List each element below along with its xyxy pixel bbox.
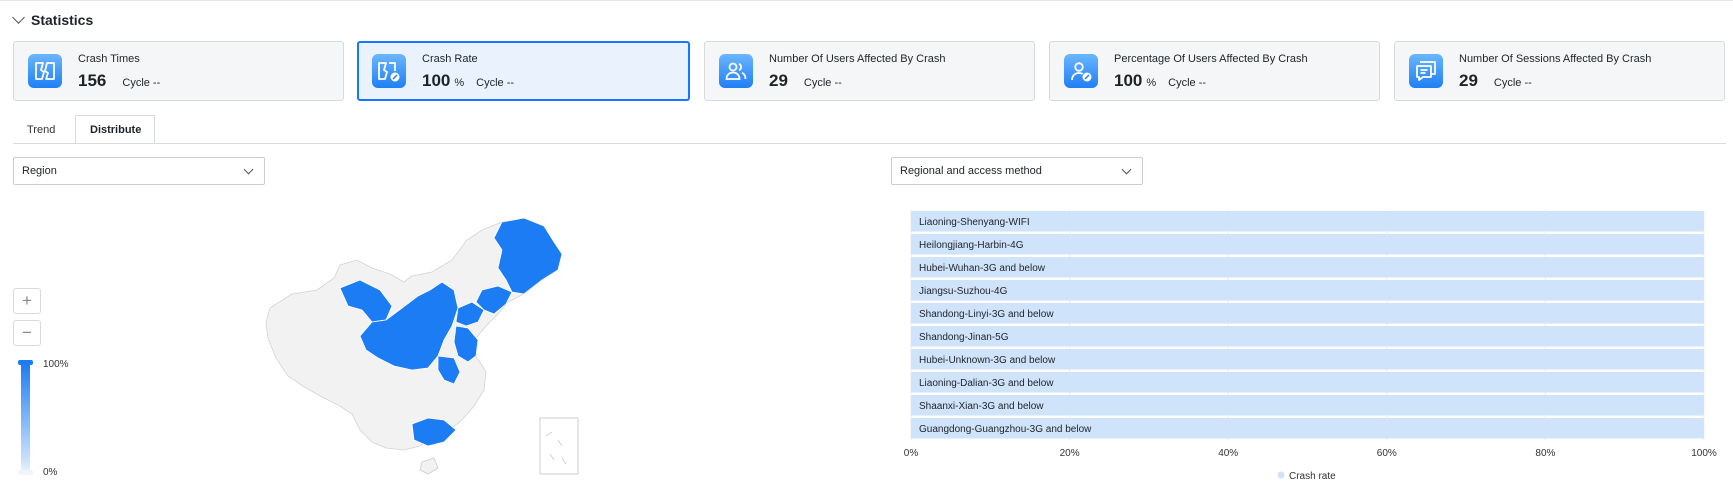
legend-max-handle[interactable] [18,360,33,365]
tab-divider [13,143,1726,144]
region-select-value: Region [22,165,57,177]
card-cycle: Cycle -- [1168,77,1207,89]
zoom-in-button[interactable]: + [13,288,41,314]
bar-label: Jiangsu-Suzhou-4G [919,286,1008,297]
top-divider [0,0,1733,1]
china-map[interactable] [262,210,602,480]
card-value: 156 [78,71,107,90]
bar-label: Hubei-Unknown-3G and below [919,355,1056,366]
card-value: 100 [1114,71,1143,90]
chart-x-axis-ticks: 0% 20% 40% 60% 80% 100% [904,448,1717,459]
card-label: Number Of Users Affected By Crash [769,53,946,65]
regional-access-select[interactable]: Regional and access method [891,157,1143,185]
bar-label: Guangdong-Guangzhou-3G and below [919,424,1092,435]
card-cycle: Cycle -- [122,77,161,89]
x-tick-label: 40% [1218,448,1238,459]
bar-label: Shaanxi-Xian-3G and below [919,401,1044,412]
card-unit: % [1146,77,1157,89]
card-crash-rate[interactable]: Crash Rate 100 % Cycle -- [357,41,690,101]
legend-min-handle[interactable] [18,470,33,475]
map-south-sea-islands [545,431,567,465]
chat-icon [1409,54,1443,88]
bar-label: Liaoning-Dalian-3G and below [919,378,1054,389]
card-cycle: Cycle -- [476,77,515,89]
statistics-section-header[interactable]: Statistics [12,10,94,30]
card-value: 29 [1459,71,1478,90]
card-users-affected[interactable]: Number Of Users Affected By Crash 29 Cyc… [704,41,1035,101]
bar[interactable] [911,234,1704,255]
tab-trend[interactable]: Trend [13,115,75,144]
bar[interactable] [911,326,1704,347]
bar-label: Heilongjiang-Harbin-4G [919,240,1024,251]
card-label: Number Of Sessions Affected By Crash [1459,53,1652,65]
bar[interactable] [911,280,1704,301]
bar-label: Shandong-Jinan-5G [919,332,1009,343]
chevron-down-icon [243,164,254,175]
user-percent-icon [1064,54,1098,88]
card-label: Crash Rate [422,53,478,65]
card-sessions-affected[interactable]: Number Of Sessions Affected By Crash 29 … [1394,41,1725,101]
crash-icon [28,54,62,88]
card-value: 100 [422,71,451,90]
card-crash-times[interactable]: Crash Times 156 Cycle -- [13,41,344,101]
bar-label: Shandong-Linyi-3G and below [919,309,1054,320]
chart-legend[interactable]: Crash rate [1277,471,1337,482]
tab-bar: Trend Distribute [13,115,155,144]
x-tick-label: 0% [904,448,919,459]
legend-marker [1277,471,1285,479]
card-cycle: Cycle -- [803,77,842,89]
card-value: 29 [769,71,788,90]
legend-max-label: 100% [43,359,69,370]
map-legend-gradient [21,363,30,473]
card-label: Crash Times [78,53,140,65]
card-unit: % [454,77,465,89]
bar-label: Hubei-Wuhan-3G and below [919,263,1046,274]
x-tick-label: 60% [1377,448,1397,459]
chevron-down-icon [1121,164,1132,175]
legend-label: Crash rate [1289,471,1336,482]
card-percentage-users-affected[interactable]: Percentage Of Users Affected By Crash 10… [1049,41,1380,101]
regional-access-select-value: Regional and access method [900,165,1042,177]
x-tick-label: 20% [1060,448,1080,459]
legend-min-label: 0% [43,467,58,478]
chevron-down-icon[interactable] [12,11,25,24]
tab-distribute[interactable]: Distribute [75,115,155,144]
map-region-hainan[interactable] [419,457,439,475]
bar-label: Liaoning-Shenyang-WIFI [919,217,1030,228]
card-cycle: Cycle -- [1493,77,1532,89]
card-label: Percentage Of Users Affected By Crash [1114,53,1308,65]
section-title: Statistics [31,12,94,28]
x-tick-label: 100% [1691,448,1717,459]
bar[interactable] [911,211,1704,232]
users-icon [719,54,753,88]
x-tick-label: 80% [1535,448,1555,459]
map-south-sea-inset [539,417,579,475]
zoom-out-button[interactable]: − [13,320,41,346]
crash-rate-bar-chart: Liaoning-Shenyang-WIFI Heilongjiang-Harbi… [904,210,1717,482]
region-select[interactable]: Region [13,157,265,185]
crash-rate-icon [372,54,406,88]
